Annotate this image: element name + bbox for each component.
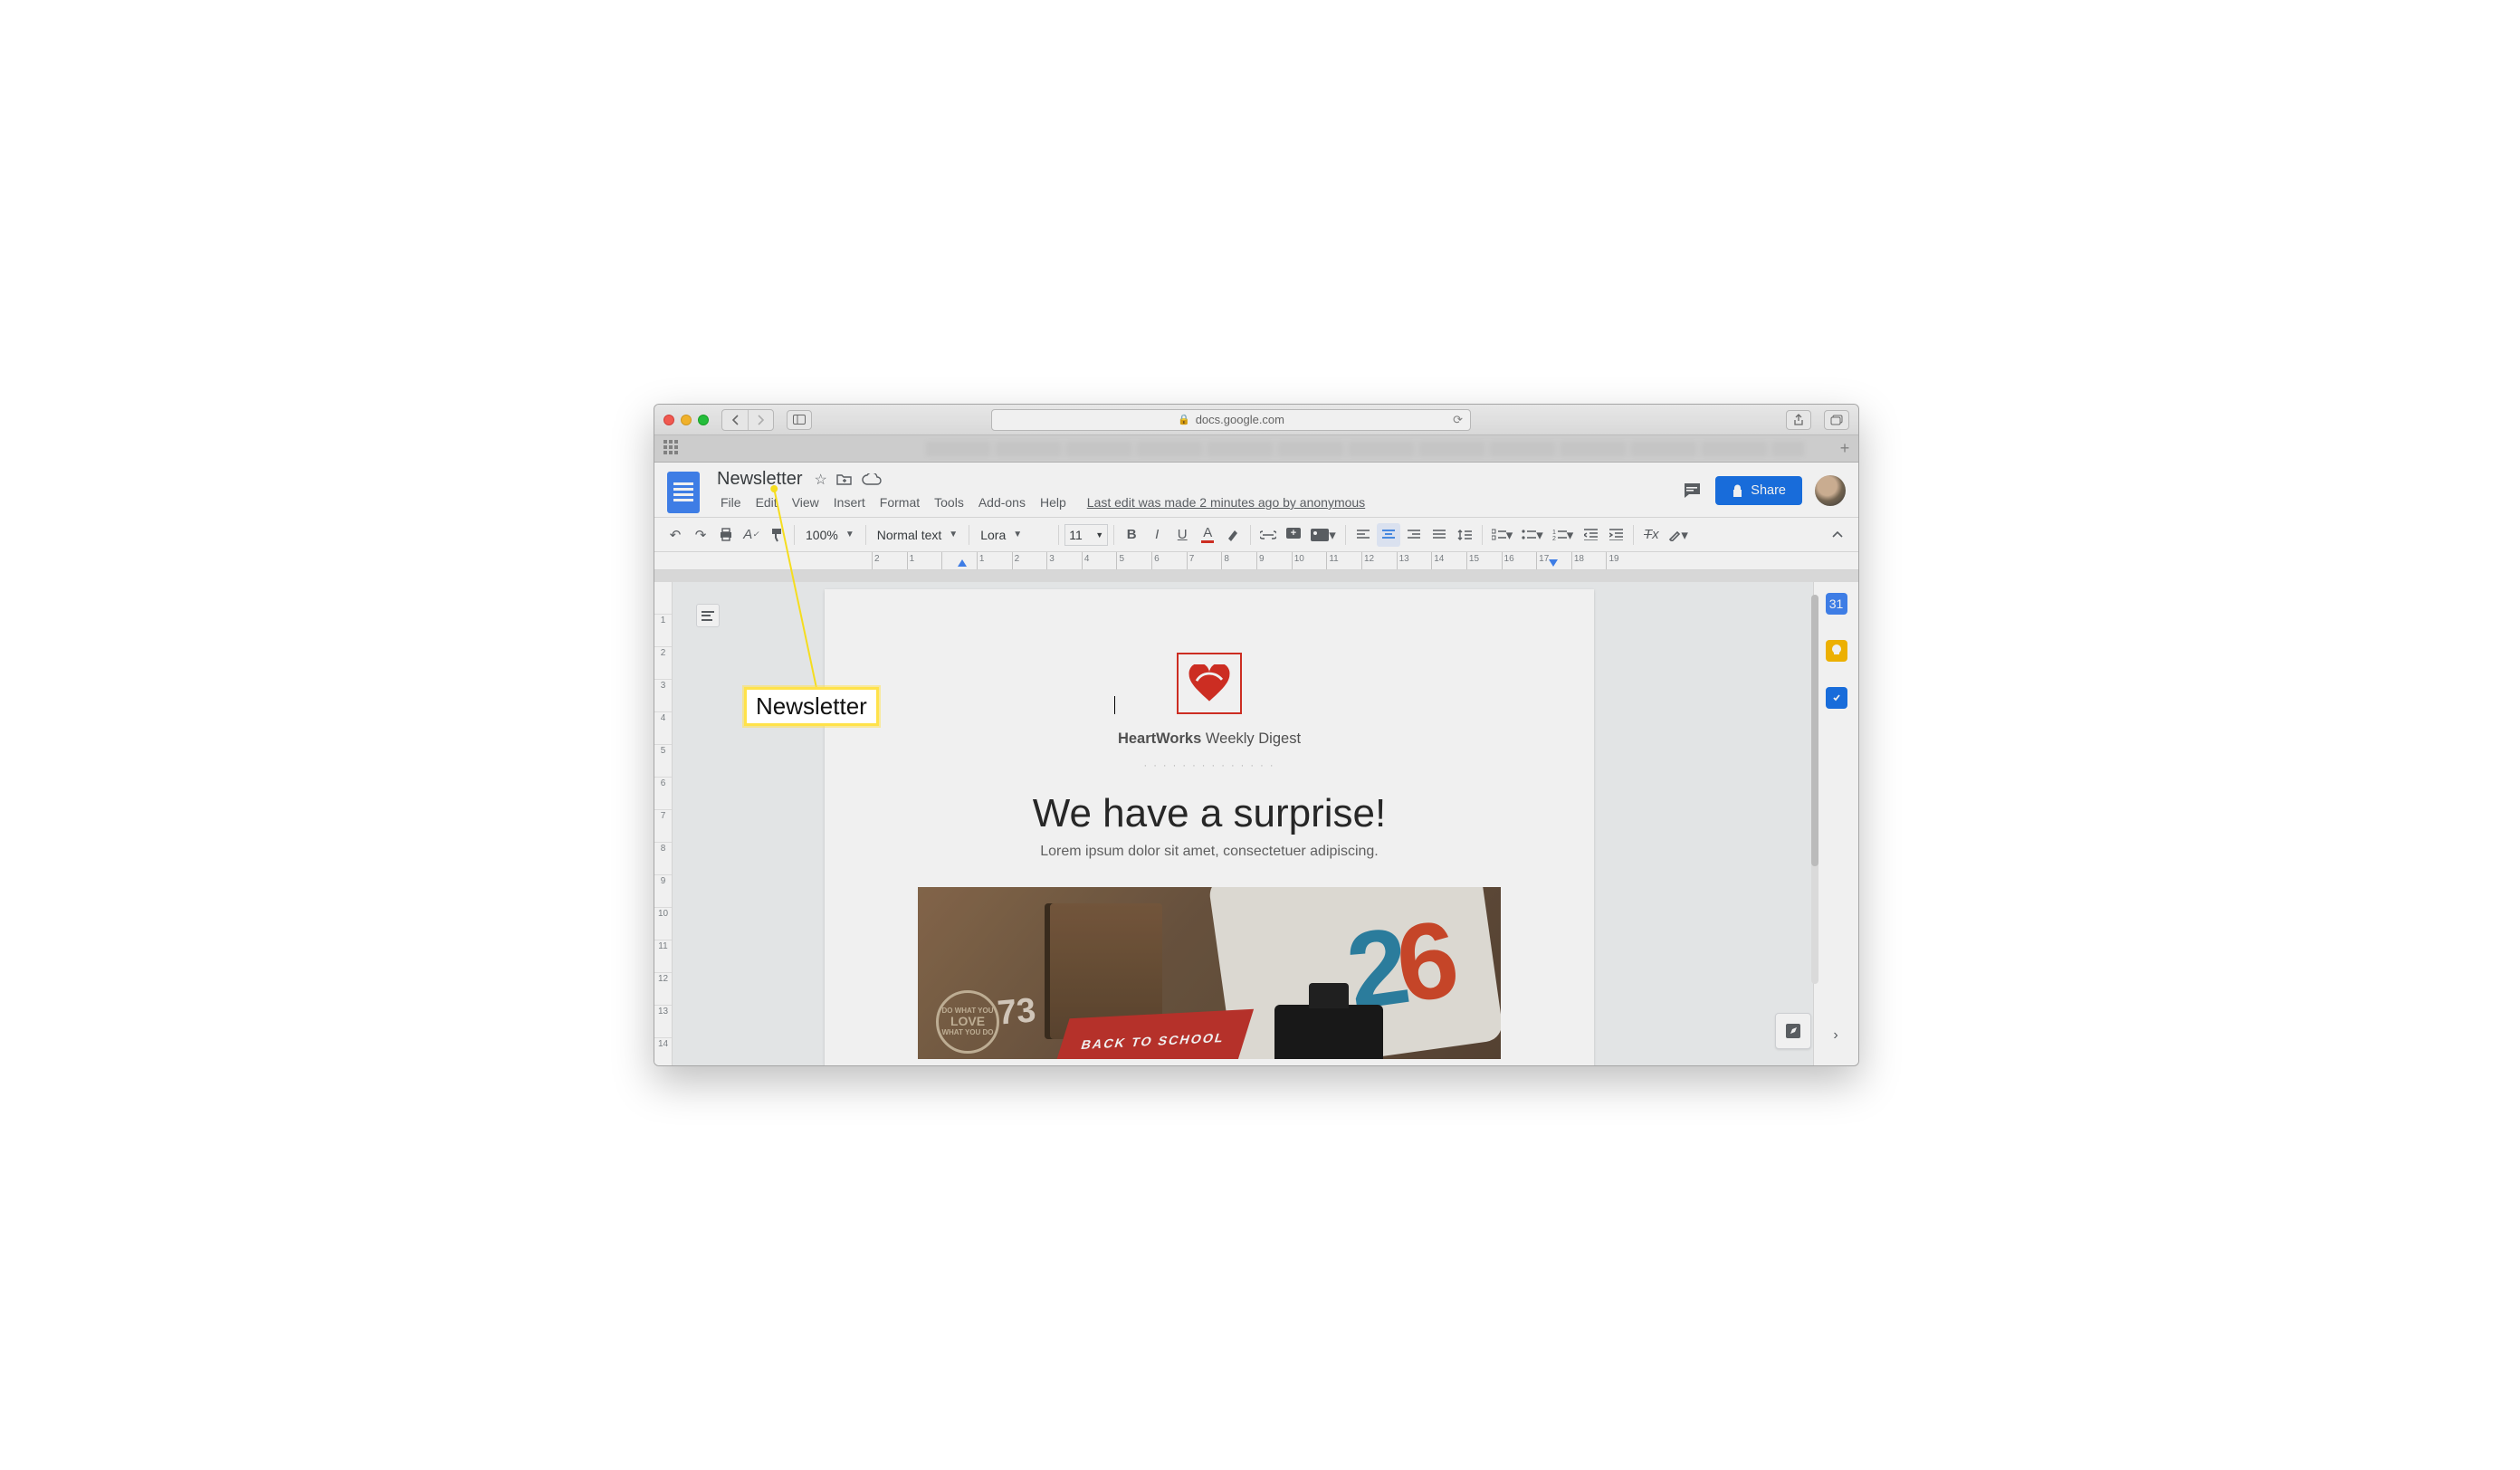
reload-icon[interactable]: ⟳ bbox=[1453, 413, 1463, 427]
bookmark-tabstrip: + bbox=[654, 435, 1858, 463]
text-cursor bbox=[1114, 696, 1115, 714]
screenshot-stage: 🔒 docs.google.com ⟳ + Newsletter ☆ bbox=[599, 368, 1921, 1102]
document-outline-toggle[interactable] bbox=[696, 604, 720, 627]
menu-insert[interactable]: Insert bbox=[827, 492, 872, 512]
paragraph-style-select[interactable]: Normal text▼ bbox=[872, 528, 963, 542]
svg-text:+: + bbox=[1291, 528, 1296, 539]
share-button[interactable]: Share bbox=[1715, 476, 1802, 505]
bulleted-list-button[interactable]: ▾ bbox=[1518, 523, 1547, 547]
clear-formatting-button[interactable]: Tx bbox=[1639, 523, 1663, 547]
spellcheck-button[interactable]: A✓ bbox=[740, 523, 763, 547]
menu-view[interactable]: View bbox=[786, 492, 826, 512]
hero-image: 26 BACK TO SCHOOL 73 DO WHAT YOULOVEWHAT… bbox=[918, 887, 1501, 1059]
menu-tools[interactable]: Tools bbox=[928, 492, 970, 512]
align-right-button[interactable] bbox=[1402, 523, 1426, 547]
divider-dots: · · · · · · · · · · · · · · bbox=[879, 760, 1540, 771]
account-avatar[interactable] bbox=[1815, 475, 1846, 506]
decrease-indent-button[interactable] bbox=[1579, 523, 1602, 547]
nav-back-forward bbox=[721, 409, 774, 431]
undo-button[interactable]: ↶ bbox=[663, 523, 687, 547]
svg-text:1: 1 bbox=[1552, 530, 1556, 536]
url-text: docs.google.com bbox=[1196, 413, 1284, 426]
calendar-addon-icon[interactable]: 31 bbox=[1826, 593, 1847, 615]
indent-marker-right[interactable] bbox=[1549, 559, 1558, 567]
cloud-saved-icon[interactable] bbox=[862, 473, 882, 486]
safari-window: 🔒 docs.google.com ⟳ + Newsletter ☆ bbox=[654, 404, 1859, 1066]
align-left-button[interactable] bbox=[1351, 523, 1375, 547]
lock-icon: 🔒 bbox=[1178, 414, 1190, 425]
lock-icon bbox=[1732, 484, 1743, 498]
formatting-toolbar: ↶ ↷ A✓ 100%▼ Normal text▼ Lora▼ 11▼ B I … bbox=[654, 518, 1858, 552]
brand-line: HeartWorks Weekly Digest bbox=[879, 730, 1540, 748]
document-page[interactable]: HeartWorks Weekly Digest · · · · · · · ·… bbox=[825, 589, 1594, 1065]
back-button[interactable] bbox=[722, 410, 748, 430]
checklist-button[interactable]: ▾ bbox=[1488, 523, 1517, 547]
new-tab-button[interactable]: + bbox=[1831, 439, 1858, 458]
annotation-callout: Newsletter bbox=[744, 687, 879, 726]
menu-format[interactable]: Format bbox=[873, 492, 926, 512]
font-size-input[interactable]: 11▼ bbox=[1064, 524, 1108, 546]
last-edit-link[interactable]: Last edit was made 2 minutes ago by anon… bbox=[1087, 495, 1365, 510]
vertical-ruler[interactable]: 1234567891011121314 bbox=[654, 582, 673, 1065]
tasks-addon-icon[interactable] bbox=[1826, 687, 1847, 709]
obscured-tab-labels bbox=[926, 442, 1804, 456]
horizontal-ruler[interactable]: 2112345678910111213141516171819 bbox=[654, 552, 1858, 570]
minimize-window-icon[interactable] bbox=[681, 415, 692, 425]
font-family-select[interactable]: Lora▼ bbox=[975, 528, 1053, 542]
highlight-color-button[interactable] bbox=[1221, 523, 1245, 547]
print-button[interactable] bbox=[714, 523, 738, 547]
comments-icon[interactable] bbox=[1681, 481, 1703, 501]
redo-button[interactable]: ↷ bbox=[689, 523, 712, 547]
docs-header: Newsletter ☆ File Edit View Insert Forma… bbox=[654, 463, 1858, 518]
indent-marker-left[interactable] bbox=[958, 559, 967, 567]
menu-help[interactable]: Help bbox=[1034, 492, 1073, 512]
line-spacing-button[interactable] bbox=[1453, 523, 1476, 547]
tabs-overview-button[interactable] bbox=[1824, 410, 1849, 430]
text-color-button[interactable]: A bbox=[1196, 523, 1219, 547]
apps-grid-icon[interactable] bbox=[663, 440, 682, 458]
keep-addon-icon[interactable] bbox=[1826, 640, 1847, 662]
editing-mode-button[interactable]: ▾ bbox=[1665, 523, 1692, 547]
hide-sidepanel-button[interactable]: › bbox=[1824, 1024, 1847, 1047]
explore-button[interactable] bbox=[1775, 1013, 1811, 1049]
menu-file[interactable]: File bbox=[714, 492, 748, 512]
share-sheet-button[interactable] bbox=[1786, 410, 1811, 430]
close-window-icon[interactable] bbox=[663, 415, 674, 425]
insert-comment-button[interactable]: + bbox=[1282, 523, 1305, 547]
share-label: Share bbox=[1751, 483, 1786, 498]
menu-bar: File Edit View Insert Format Tools Add-o… bbox=[714, 492, 1681, 512]
vertical-scrollbar[interactable] bbox=[1811, 595, 1818, 984]
align-justify-button[interactable] bbox=[1427, 523, 1451, 547]
svg-text:2: 2 bbox=[1552, 536, 1556, 540]
numbered-list-button[interactable]: 12▾ bbox=[1549, 523, 1578, 547]
docs-logo-icon[interactable] bbox=[667, 472, 700, 513]
collapse-toolbar-button[interactable] bbox=[1826, 523, 1849, 547]
star-icon[interactable]: ☆ bbox=[814, 471, 826, 489]
move-folder-icon[interactable] bbox=[836, 472, 853, 486]
menu-addons[interactable]: Add-ons bbox=[972, 492, 1032, 512]
canvas-area: 1234567891011121314 HeartWorks Weekly Di… bbox=[654, 582, 1813, 1065]
brand-logo-icon bbox=[1177, 653, 1242, 714]
side-panel: 31 bbox=[1813, 582, 1858, 1065]
subheadline: Lorem ipsum dolor sit amet, consectetuer… bbox=[879, 844, 1540, 860]
headline: We have a surprise! bbox=[879, 791, 1540, 836]
fullscreen-window-icon[interactable] bbox=[698, 415, 709, 425]
sidebar-toggle-button[interactable] bbox=[787, 410, 812, 430]
bold-button[interactable]: B bbox=[1120, 523, 1143, 547]
insert-link-button[interactable] bbox=[1256, 523, 1280, 547]
doc-title-input[interactable]: Newsletter bbox=[714, 468, 805, 491]
address-bar[interactable]: 🔒 docs.google.com ⟳ bbox=[991, 409, 1471, 431]
increase-indent-button[interactable] bbox=[1604, 523, 1628, 547]
insert-image-button[interactable]: ▾ bbox=[1307, 523, 1340, 547]
window-controls[interactable] bbox=[663, 415, 709, 425]
underline-button[interactable]: U bbox=[1170, 523, 1194, 547]
align-center-button[interactable] bbox=[1377, 523, 1400, 547]
safari-titlebar: 🔒 docs.google.com ⟳ bbox=[654, 405, 1858, 435]
zoom-select[interactable]: 100%▼ bbox=[800, 528, 860, 542]
italic-button[interactable]: I bbox=[1145, 523, 1169, 547]
forward-button[interactable] bbox=[748, 410, 773, 430]
